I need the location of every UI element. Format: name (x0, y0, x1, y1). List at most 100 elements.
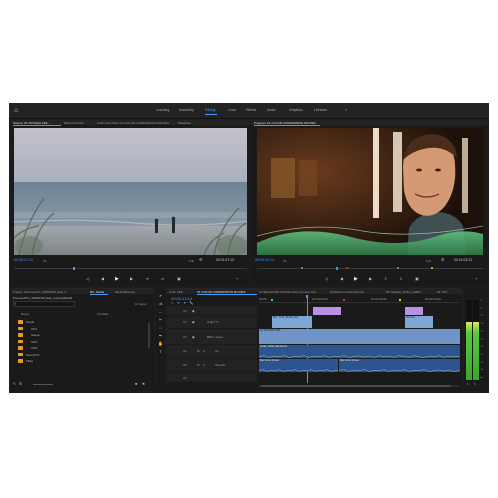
tab-program[interactable]: Program: 01 COLOR COMPARISON MOVIES (254, 121, 316, 125)
marker-orange[interactable] (301, 267, 303, 269)
workspace-audio[interactable]: Audio (267, 108, 276, 112)
razor-tool-icon[interactable]: ✂ (158, 317, 163, 322)
tab-sequence-color-comparison[interactable]: 01 COLOR COMPARISON MOVIES (197, 290, 245, 294)
program-zoom-select[interactable]: Full (426, 259, 431, 263)
clip-v1-a[interactable]: 04 TM Parks Fillb... (259, 329, 460, 344)
source-scrubber[interactable] (14, 268, 247, 269)
program-lift-icon[interactable]: ⇧ (384, 277, 387, 281)
trash-icon[interactable]: ✖ (142, 382, 145, 386)
track-header-v2[interactable]: V2 ◉ [Adj] TTT (167, 316, 257, 328)
folder-vo3[interactable]: VO3 (31, 346, 37, 350)
meter-solo-right[interactable]: S (474, 383, 476, 386)
source-step-forward-icon[interactable]: ▶ (130, 277, 133, 281)
source-fit-select[interactable]: Fit (43, 259, 46, 263)
program-timecode[interactable]: 00:00:13:14 (255, 258, 274, 262)
source-playhead[interactable] (73, 267, 75, 270)
tab-effect-controls[interactable]: Effect Controls (64, 121, 84, 125)
tab-source[interactable]: Source: 04 TM Parks Fillb... (13, 121, 50, 125)
column-frame-rate-header[interactable]: Fra Rate (97, 312, 109, 316)
zoom-slider[interactable] (33, 384, 53, 385)
new-item-icon[interactable]: ✎ (13, 382, 16, 386)
program-step-back-icon[interactable]: ◀ (340, 277, 343, 281)
tab-sequence-variation[interactable]: 05 Variation_8181_LAB01 (386, 290, 421, 294)
workspace-color[interactable]: Color (228, 108, 236, 112)
program-step-forward-icon[interactable]: ▶ (369, 277, 372, 281)
program-settings-icon[interactable]: ⚙ (441, 258, 445, 262)
track-header-a1[interactable]: A1 M S A1 (167, 345, 257, 358)
timeline-settings-icon[interactable]: 🔧 (189, 301, 193, 305)
mute-icon[interactable]: M (197, 363, 200, 367)
marker-green[interactable] (397, 267, 399, 269)
program-export-frame-icon[interactable]: ▣ (415, 277, 419, 281)
tab-sequence-ycc[interactable]: 02 YCC (437, 290, 447, 294)
linked-selection-icon[interactable]: ⚭ (177, 301, 180, 305)
clip-adjustment-2[interactable] (405, 307, 423, 315)
source-overwrite-icon[interactable]: ⇨ (161, 277, 164, 281)
workspace-libraries[interactable]: Libraries (314, 108, 327, 112)
tab-sequence-color-fillin[interactable]: Color Fillin (169, 290, 183, 294)
timeline-marker-green[interactable] (271, 299, 273, 301)
more-workspaces-icon[interactable]: » (345, 107, 347, 112)
tab-project[interactable]: Project: PremierePro_WINDOW_Edit_1 (13, 290, 66, 294)
tab-bin-media[interactable]: Bin: Media (90, 290, 104, 294)
time-ruler[interactable] (259, 302, 459, 303)
clip-a1-a[interactable]: Audio_0000_Mixdown2 (259, 345, 460, 358)
eye-icon[interactable]: ◉ (192, 335, 195, 339)
program-fit-select[interactable]: Fit (283, 259, 286, 263)
folder-vo1[interactable]: VO1 (31, 327, 37, 331)
tab-audio-clip-mixer[interactable]: Audio Clip Mixer: 01 COLOR COMPARISON MO… (97, 121, 169, 125)
meter-solo-left[interactable]: S (467, 383, 469, 386)
project-scrollbar[interactable] (148, 323, 150, 348)
folder-scene[interactable]: Scene (31, 333, 40, 337)
program-scrubber[interactable] (257, 268, 483, 269)
tab-sequence-selected-color[interactable]: 01 SELECTED COLOR (Vary Curves) Clip (259, 290, 316, 294)
source-timecode[interactable]: 00:00:27:22 (14, 258, 33, 262)
add-marker-icon[interactable]: ▼ (183, 301, 186, 305)
clip-adjustment-1[interactable] (313, 307, 341, 315)
program-add-button-icon[interactable]: + (475, 277, 477, 281)
eye-icon[interactable]: ◉ (192, 309, 195, 313)
track-header-a3[interactable]: A3 (167, 373, 257, 382)
folder-titles[interactable]: Titles (26, 359, 33, 363)
source-play-icon[interactable]: ▶ (115, 276, 119, 281)
selection-tool-icon[interactable]: ➤ (158, 293, 163, 298)
tab-media-browser[interactable]: Media Browser (115, 290, 135, 294)
scrollbar-thumb[interactable] (261, 385, 451, 387)
workspace-effects[interactable]: Effects (246, 108, 256, 112)
folder-vo2[interactable]: VO2 (31, 340, 37, 344)
track-header-a2[interactable]: A2 M S Sounds (167, 359, 257, 372)
program-playhead[interactable] (336, 267, 338, 270)
source-insert-icon[interactable]: ⇥ (145, 277, 148, 281)
snap-icon[interactable]: ∩ (171, 301, 174, 305)
tab-metadata[interactable]: Metadata (178, 121, 191, 125)
folder-sound-fx[interactable]: Sound FX (26, 353, 39, 357)
marker-yellow[interactable] (431, 267, 433, 269)
ripple-edit-tool-icon[interactable]: ↔ (158, 309, 163, 314)
source-mark-in-icon[interactable]: ◁ (86, 277, 89, 281)
marker-red[interactable] (346, 267, 348, 269)
timeline-timecode[interactable]: 00:00:13:14 (171, 296, 192, 301)
workspace-editing[interactable]: Editing (205, 108, 215, 112)
source-settings-icon[interactable]: ⚙ (199, 258, 203, 262)
workspace-assembly[interactable]: Assembly (179, 108, 194, 112)
program-play-icon[interactable]: ▶ (354, 276, 358, 281)
timeline-marker-red[interactable] (343, 299, 345, 301)
track-header-v1[interactable]: V1 ◉ BBO Layers (167, 329, 257, 344)
clip-a2-b[interactable]: Bet Cross Dress (339, 359, 460, 372)
new-bin-icon[interactable]: ■ (135, 382, 137, 386)
eye-icon[interactable]: ◉ (192, 320, 195, 324)
mute-icon[interactable]: M (197, 349, 200, 353)
slip-tool-icon[interactable]: ⇔ (158, 325, 163, 330)
track-header-v3[interactable]: V3 ◉ (167, 306, 257, 315)
home-icon[interactable]: ⌂ (14, 107, 21, 114)
source-zoom-select[interactable]: Full (189, 259, 194, 263)
solo-icon[interactable]: S (203, 363, 205, 367)
list-view-icon[interactable]: ☰ (19, 382, 22, 386)
timeline-marker-yellow[interactable] (399, 299, 401, 301)
column-name-header[interactable]: Name (21, 312, 29, 316)
workspace-graphics[interactable]: Graphics (289, 108, 303, 112)
search-input[interactable] (13, 301, 75, 307)
program-extract-icon[interactable]: ⇩ (399, 277, 402, 281)
pen-tool-icon[interactable]: ✒ (158, 333, 163, 338)
tab-sequence-different-selected[interactable]: 03 Different Selected Clip (330, 290, 364, 294)
